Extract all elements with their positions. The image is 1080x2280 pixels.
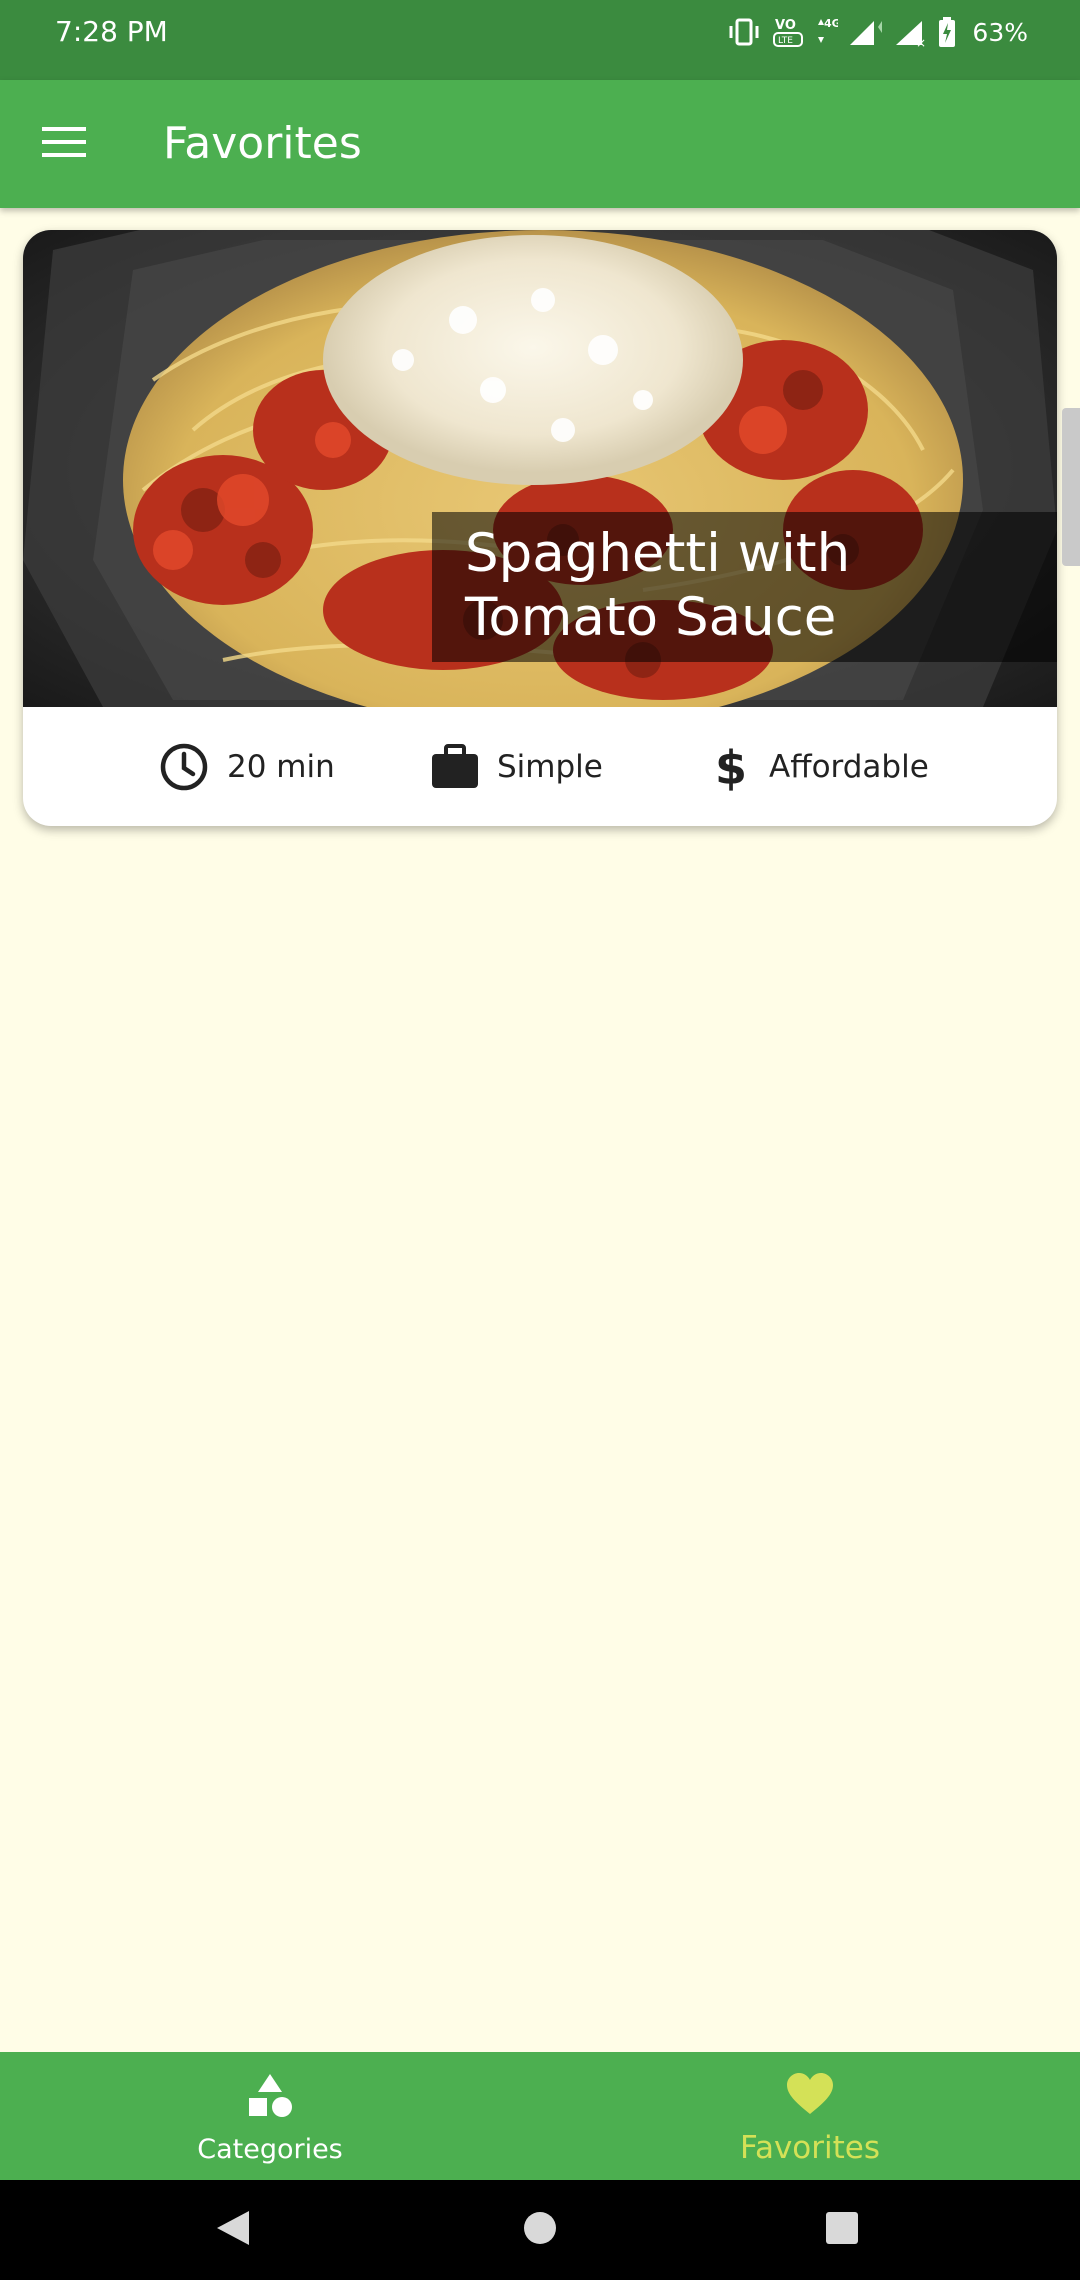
- meal-card[interactable]: Spaghetti with Tomato Sauce 20 min Simpl…: [23, 230, 1057, 826]
- meal-affordability-text: Affordable: [769, 748, 929, 785]
- meal-title: Spaghetti with Tomato Sauce: [465, 523, 851, 648]
- dollar-icon: $: [711, 742, 751, 792]
- heart-icon: [540, 2072, 1080, 2116]
- clock-icon: [159, 742, 209, 792]
- tab-categories[interactable]: Categories: [0, 2052, 540, 2180]
- tab-favorites-label: Favorites: [739, 2130, 881, 2166]
- meal-complexity: Simple: [431, 707, 603, 826]
- tab-categories-label: Categories: [197, 2134, 343, 2165]
- tab-favorites[interactable]: Favorites: [540, 2052, 1080, 2180]
- meal-duration-text: 20 min: [227, 748, 335, 785]
- meal-title-overlay: Spaghetti with Tomato Sauce: [432, 512, 1057, 662]
- battery-percentage: 63%: [972, 17, 1028, 47]
- back-button[interactable]: [203, 2200, 263, 2260]
- network-4g-icon: 4G: [814, 15, 838, 49]
- svg-text:$: $: [715, 742, 747, 792]
- menu-button[interactable]: [30, 110, 98, 178]
- briefcase-icon: [431, 743, 479, 790]
- recents-button[interactable]: [812, 2200, 872, 2260]
- meal-complexity-text: Simple: [497, 748, 603, 785]
- status-bar: 7:28 PM VO LTE 4G × 63%: [0, 0, 1080, 80]
- scrollbar-thumb[interactable]: [1062, 408, 1080, 566]
- status-time: 7:28 PM: [55, 15, 168, 48]
- vibrate-icon: [726, 17, 762, 47]
- svg-text:VO: VO: [775, 18, 796, 33]
- home-icon: [523, 2211, 557, 2249]
- svg-text:×: ×: [916, 36, 926, 47]
- page-title: Favorites: [163, 118, 362, 169]
- bottom-navigation: Categories Favorites: [0, 2052, 1080, 2180]
- home-button[interactable]: [510, 2200, 570, 2260]
- system-navigation-bar: [0, 2180, 1080, 2280]
- meal-details: 20 min Simple $ Affordable: [23, 707, 1057, 826]
- category-shapes-icon: [0, 2072, 540, 2120]
- back-icon: [215, 2209, 251, 2251]
- recents-icon: [825, 2211, 859, 2249]
- signal-no-sim-icon: ×: [894, 17, 928, 47]
- signal-icon: [848, 17, 884, 47]
- meal-duration: 20 min: [159, 707, 335, 826]
- svg-text:4G: 4G: [824, 17, 838, 30]
- meal-affordability: $ Affordable: [711, 707, 929, 826]
- menu-icon: [42, 125, 86, 163]
- volte-icon: VO LTE: [772, 15, 804, 49]
- battery-charging-icon: [938, 17, 956, 47]
- app-bar: Favorites: [0, 80, 1080, 208]
- svg-text:LTE: LTE: [778, 36, 793, 46]
- status-icons: VO LTE 4G × 63%: [726, 12, 1028, 52]
